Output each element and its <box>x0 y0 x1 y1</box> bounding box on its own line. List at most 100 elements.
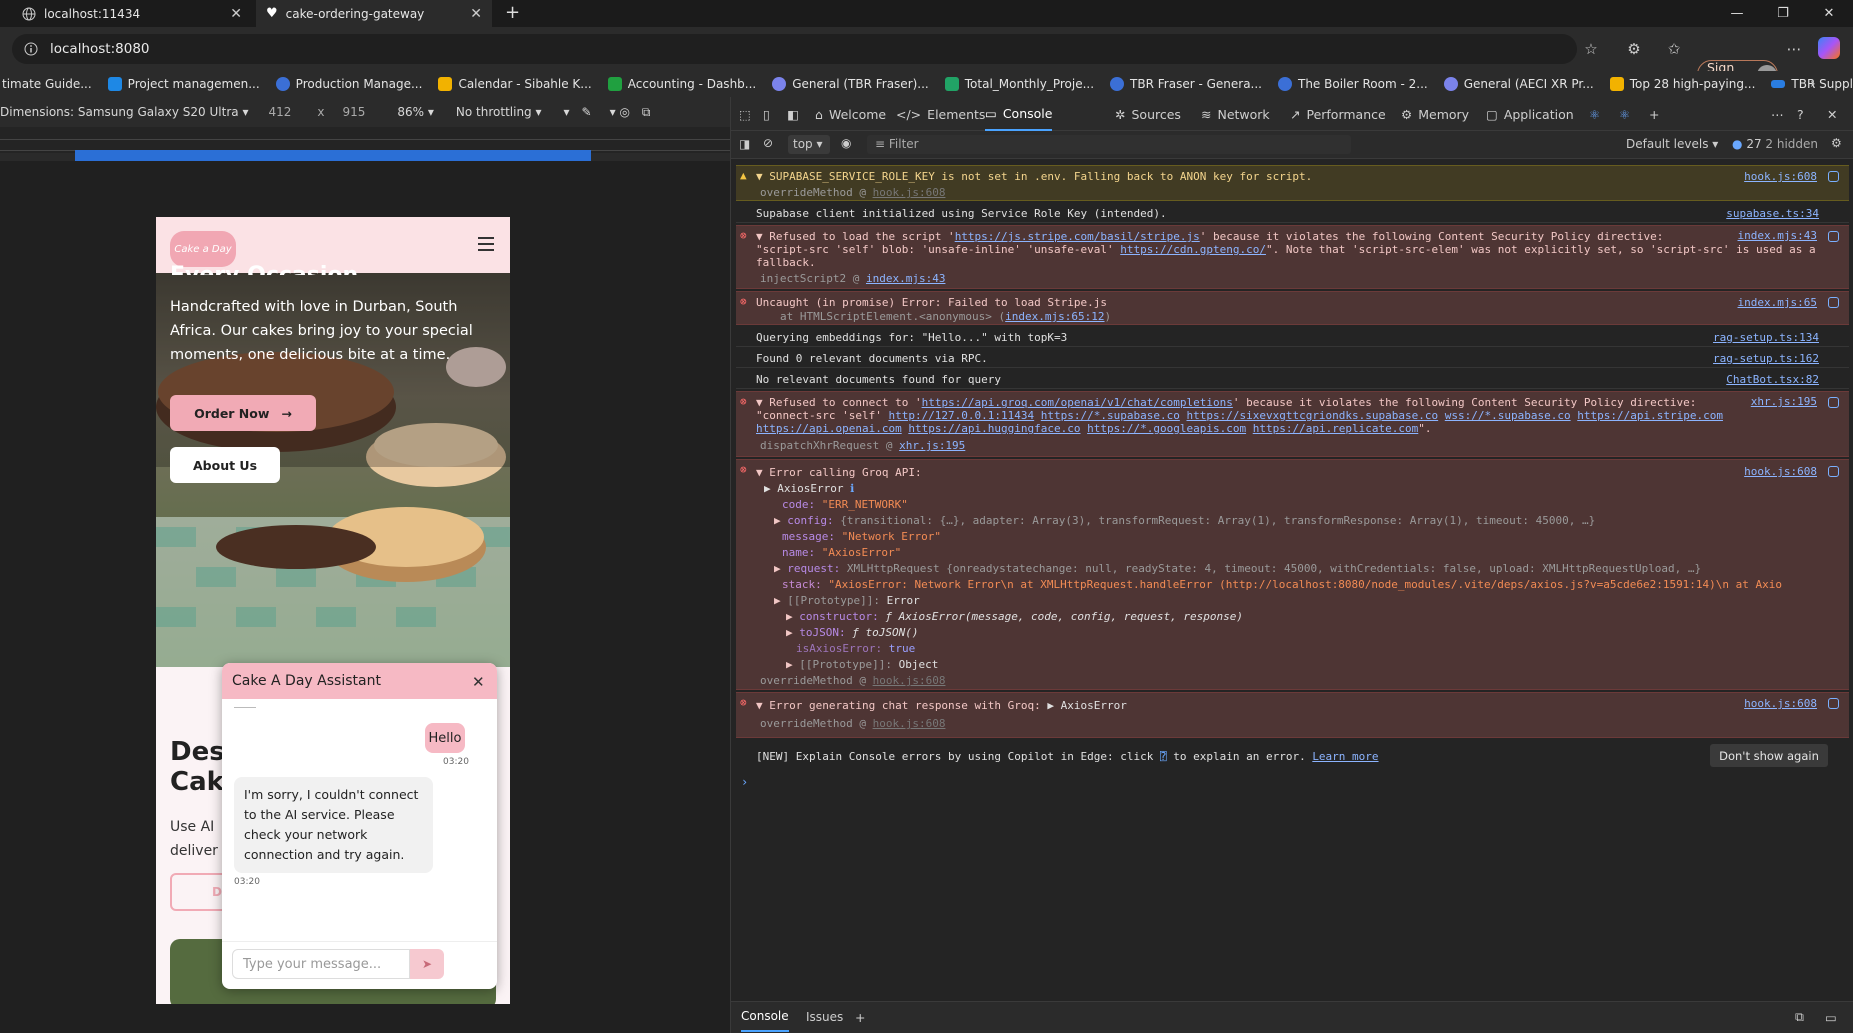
context-select[interactable]: top ▾ <box>788 135 830 154</box>
stack-link[interactable]: hook.js:608 <box>873 717 946 730</box>
url-link[interactable]: https://js.stripe.com/basil/stripe.js <box>955 230 1200 243</box>
message-line[interactable]: ▼ Refused to connect to 'https://api.gro… <box>756 396 1696 409</box>
url-link[interactable]: http://127.0.0.1:11434 <box>888 409 1034 422</box>
bookmark-10[interactable]: Top 28 high-paying... <box>1609 77 1755 91</box>
show-sidebar-icon[interactable]: ◨ <box>739 137 750 151</box>
site-info-icon[interactable] <box>24 42 38 56</box>
prop-row[interactable]: ▶ config: {transitional: {…}, adapter: A… <box>774 514 1595 527</box>
copilot-explain-icon[interactable] <box>1828 171 1839 182</box>
drawer-tab-console[interactable]: Console <box>741 1002 789 1032</box>
help-icon[interactable]: ? <box>1797 97 1804 131</box>
add-drawer-tab-icon[interactable]: + <box>855 1002 865 1032</box>
max-width-query-bar[interactable] <box>75 150 591 161</box>
throttle-select[interactable]: No throttling ▾ <box>456 105 542 119</box>
close-devtools-icon[interactable]: ✕ <box>1827 97 1837 131</box>
close-tab-icon[interactable]: ✕ <box>470 6 482 22</box>
favorite-star-icon[interactable]: ☆ <box>1580 38 1602 60</box>
prop-row[interactable]: ▶ [[Prototype]]: Object <box>786 658 938 671</box>
devtools-menu-icon[interactable]: ⋯ <box>1771 97 1784 131</box>
bookmark-3[interactable]: Calendar - Sibahle K... <box>438 77 592 91</box>
tab-memory[interactable]: ⚙ Memory <box>1401 97 1469 131</box>
live-expression-icon[interactable]: ◉ <box>841 136 851 150</box>
copilot-icon[interactable] <box>1818 37 1840 59</box>
order-now-button[interactable]: Order Now → <box>170 395 316 431</box>
tab-elements[interactable]: </> Elements <box>896 97 985 131</box>
console-settings-icon[interactable]: ⚙ <box>1831 136 1842 150</box>
stack-link[interactable]: hook.js:608 <box>873 674 946 687</box>
message-line[interactable]: ▼ Error calling Groq API: <box>756 466 922 479</box>
source-link[interactable]: rag-setup.ts:134 <box>1713 331 1819 344</box>
bookmark-5[interactable]: General (TBR Fraser)... <box>772 77 929 91</box>
url-link[interactable]: https://api.replicate.com <box>1253 422 1419 435</box>
inspect-icon[interactable]: ⬚ <box>739 97 751 131</box>
tab-welcome[interactable]: ⌂ Welcome <box>815 97 886 131</box>
object-class[interactable]: AxiosError <box>1061 699 1127 712</box>
source-link[interactable]: ChatBot.tsx:82 <box>1726 373 1819 386</box>
source-link[interactable]: index.mjs:43 <box>1738 229 1817 242</box>
tab-cake-ordering-gateway[interactable]: ♥ cake-ordering-gateway ✕ <box>256 0 492 27</box>
rotate-icon[interactable]: ▾ ◎ <box>610 105 630 119</box>
console-filter-input[interactable]: ≡ Filter <box>867 135 1351 154</box>
bookmarks-overflow-icon[interactable]: › <box>1810 76 1816 92</box>
log-levels-select[interactable]: Default levels ▾ <box>1626 137 1718 151</box>
url-field[interactable]: localhost:8080 <box>12 34 1577 64</box>
url-link[interactable]: https://cdn.gpteng.co/ <box>1120 243 1266 256</box>
bookmark-9[interactable]: General (AECI XR Pr... <box>1443 77 1594 91</box>
learn-more-link[interactable]: Learn more <box>1312 750 1378 763</box>
prop-row[interactable]: ▶ request: XMLHttpRequest {onreadystatec… <box>774 562 1701 575</box>
favorites-icon[interactable]: ✩ <box>1663 38 1685 60</box>
zoom-select[interactable]: 86% ▾ <box>397 105 434 119</box>
bookmark-7[interactable]: TBR Fraser - Genera... <box>1110 77 1262 91</box>
copilot-explain-icon[interactable] <box>1828 698 1839 709</box>
tab-network[interactable]: ≋ Network <box>1201 97 1270 131</box>
more-menu-icon[interactable]: ⋯ <box>1783 38 1805 60</box>
source-link[interactable]: xhr.js:195 <box>1751 395 1817 408</box>
close-drawer-icon[interactable]: ▭ <box>1825 1002 1837 1032</box>
close-window-icon[interactable]: ✕ <box>1806 0 1852 27</box>
react-components-icon[interactable]: ⚛ <box>1589 97 1600 131</box>
device-select[interactable]: Dimensions: Samsung Galaxy S20 Ultra ▾ <box>0 105 248 119</box>
more-device-options-icon[interactable]: ▾ <box>564 105 570 119</box>
message-text[interactable]: ▼ SUPABASE_SERVICE_ROLE_KEY is not set i… <box>756 170 1312 183</box>
source-link[interactable]: index.mjs:65 <box>1738 296 1817 309</box>
bookmark-2[interactable]: Production Manage... <box>275 77 422 91</box>
url-link[interactable]: https://api.stripe.com <box>1577 409 1723 422</box>
copilot-explain-icon[interactable] <box>1828 231 1839 242</box>
tab-application[interactable]: ▢ Application <box>1486 97 1574 131</box>
url-link[interactable]: https://api.huggingface.co <box>908 422 1080 435</box>
bookmark-0[interactable]: timate Guide... <box>2 77 92 91</box>
copilot-explain-icon[interactable] <box>1828 397 1839 408</box>
object-root[interactable]: ▶ AxiosError ℹ <box>764 482 854 495</box>
more-tools-icon[interactable]: + <box>1649 97 1659 131</box>
drawer-tab-issues[interactable]: Issues <box>806 1002 843 1032</box>
hamburger-menu-icon[interactable] <box>478 237 494 251</box>
console-prompt[interactable]: › <box>741 775 748 789</box>
source-link[interactable]: rag-setup.ts:162 <box>1713 352 1819 365</box>
prop-row[interactable]: ▶ [[Prototype]]: Error <box>774 594 920 607</box>
stack-link[interactable]: xhr.js:195 <box>899 439 965 452</box>
dont-show-again-button[interactable]: Don't show again <box>1710 744 1828 767</box>
url-link[interactable]: https://*.googleapis.com <box>1087 422 1246 435</box>
dock-icon[interactable]: ⧉ <box>642 105 651 120</box>
url-link[interactable]: https://*.supabase.co <box>1041 409 1180 422</box>
source-link[interactable]: hook.js:608 <box>1744 170 1817 183</box>
bookmark-8[interactable]: The Boiler Room - 2... <box>1278 77 1428 91</box>
pen-icon[interactable]: ✎ <box>582 105 592 119</box>
url-link[interactable]: wss://*.supabase.co <box>1445 409 1571 422</box>
about-us-button[interactable]: About Us <box>170 447 280 483</box>
source-link[interactable]: supabase.ts:34 <box>1726 207 1819 220</box>
url-link[interactable]: https://api.openai.com <box>756 422 902 435</box>
chat-message-input[interactable]: Type your message... <box>232 949 410 979</box>
prop-row[interactable]: ▶ toJSON: ƒ toJSON() <box>786 626 918 639</box>
tab-performance[interactable]: ↗ Performance <box>1290 97 1386 131</box>
dock-drawer-icon[interactable]: ⧉ <box>1795 1002 1804 1032</box>
tab-localhost[interactable]: localhost:11434 ✕ <box>12 0 252 27</box>
issues-counter[interactable]: ● 27 2 hidden <box>1732 137 1818 151</box>
source-link[interactable]: hook.js:608 <box>1744 697 1817 710</box>
prop-row[interactable]: ▶ constructor: ƒ AxiosError(message, cod… <box>786 610 1243 623</box>
extensions-icon[interactable]: ⚙ <box>1623 38 1645 60</box>
source-link[interactable]: hook.js:608 <box>1744 465 1817 478</box>
message-line[interactable]: ▼ Error generating chat response with Gr… <box>756 699 1127 712</box>
copilot-explain-icon[interactable] <box>1828 297 1839 308</box>
close-chat-icon[interactable]: ✕ <box>472 673 485 691</box>
